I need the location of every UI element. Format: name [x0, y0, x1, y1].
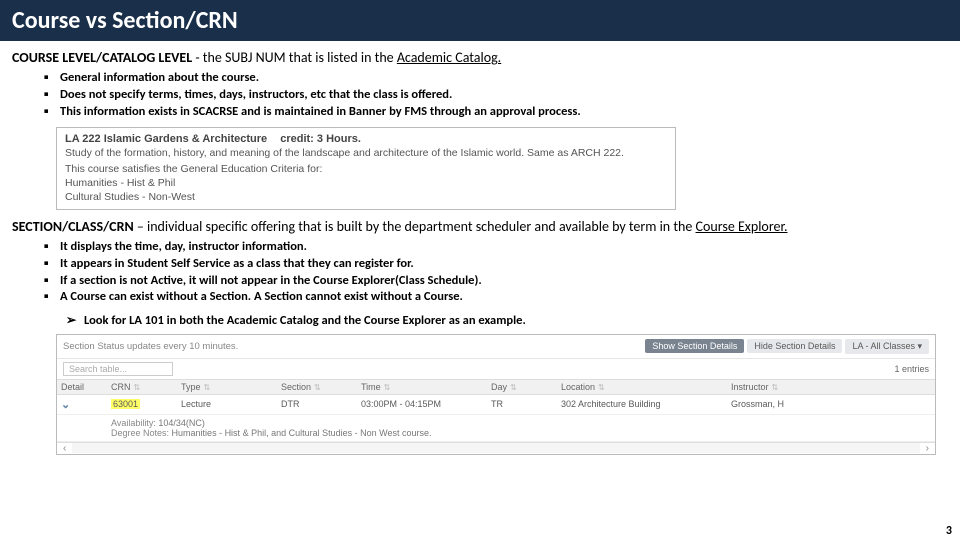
catalog-code-title: LA 222 Islamic Gardens & Architecture	[65, 133, 267, 145]
sort-icon[interactable]: ⇅	[772, 383, 779, 392]
horizontal-scrollbar[interactable]: ‹ ›	[57, 442, 935, 454]
course-explorer-snippet: Section Status updates every 10 minutes.…	[56, 334, 936, 455]
slide-title: Course vs Section/CRN	[0, 0, 960, 41]
col-crn[interactable]: CRN⇅	[107, 379, 177, 394]
course-level-text: - the SUBJ NUM that is listed in the	[192, 49, 397, 66]
table-row: ⌄ 63001 Lecture DTR 03:00PM - 04:15PM TR…	[57, 394, 935, 414]
section-level-text: – individual specific offering that is b…	[134, 218, 696, 235]
slide-content: COURSE LEVEL/CATALOG LEVEL - the SUBJ NU…	[0, 41, 960, 459]
degree-notes-label: Degree Notes:	[111, 428, 169, 438]
section-level-bold: SECTION/CLASS/CRN	[12, 218, 134, 235]
list-item: It displays the time, day, instructor in…	[60, 239, 948, 256]
catalog-gened-intro: This course satisfies the General Educat…	[65, 163, 667, 175]
list-item: Look for LA 101 in both the Academic Cat…	[84, 312, 948, 330]
academic-catalog-link[interactable]: Academic Catalog.	[397, 49, 501, 66]
page-number: 3	[946, 524, 952, 538]
section-level-heading: SECTION/CLASS/CRN – individual specific …	[12, 218, 948, 235]
cell-location: 302 Architecture Building	[557, 394, 727, 414]
scroll-track[interactable]	[72, 443, 919, 453]
list-item: General information about the course.	[60, 70, 948, 87]
catalog-snippet: LA 222 Islamic Gardens & Architecture cr…	[56, 127, 676, 210]
catalog-tag: Humanities - Hist & Phil	[65, 177, 667, 189]
status-text: Section Status updates every 10 minutes.	[63, 341, 642, 352]
degree-notes-value: Humanities - Hist & Phil, and Cultural S…	[172, 428, 432, 438]
sort-icon[interactable]: ⇅	[134, 383, 141, 392]
sort-icon[interactable]: ⇅	[314, 383, 321, 392]
course-level-heading: COURSE LEVEL/CATALOG LEVEL - the SUBJ NU…	[12, 49, 948, 66]
catalog-description: Study of the formation, history, and mea…	[65, 146, 667, 160]
sort-icon[interactable]: ⇅	[204, 383, 211, 392]
sort-icon[interactable]: ⇅	[598, 383, 605, 392]
col-detail[interactable]: Detail	[57, 379, 107, 394]
cell-time: 03:00PM - 04:15PM	[357, 394, 487, 414]
section-table: Detail CRN⇅ Type⇅ Section⇅ Time⇅ Day⇅ Lo…	[57, 379, 935, 442]
cell-instructor: Grossman, H	[727, 394, 935, 414]
col-instructor[interactable]: Instructor⇅	[727, 379, 935, 394]
col-time[interactable]: Time⇅	[357, 379, 487, 394]
col-type[interactable]: Type⇅	[177, 379, 277, 394]
course-level-bullets: General information about the course. Do…	[12, 70, 948, 121]
cell-crn: 63001	[107, 394, 177, 414]
table-header-row: Detail CRN⇅ Type⇅ Section⇅ Time⇅ Day⇅ Lo…	[57, 379, 935, 394]
cell-section: DTR	[277, 394, 357, 414]
hide-section-details-button[interactable]: Hide Section Details	[747, 339, 842, 353]
list-item: It appears in Student Self Service as a …	[60, 256, 948, 273]
cell-day: TR	[487, 394, 557, 414]
sort-icon[interactable]: ⇅	[384, 383, 391, 392]
section-level-bullets: It displays the time, day, instructor in…	[12, 239, 948, 307]
cell-type: Lecture	[177, 394, 277, 414]
list-item: This information exists in SCACRSE and i…	[60, 104, 948, 121]
course-level-bold: COURSE LEVEL/CATALOG LEVEL	[12, 49, 192, 66]
availability-value: 104/34(NC)	[158, 418, 205, 428]
scroll-left-icon[interactable]: ‹	[57, 443, 72, 454]
course-explorer-link[interactable]: Course Explorer.	[696, 218, 788, 235]
list-item: Does not specify terms, times, days, ins…	[60, 87, 948, 104]
scroll-right-icon[interactable]: ›	[920, 443, 935, 454]
catalog-credit: credit: 3 Hours.	[280, 133, 361, 145]
explorer-topbar: Section Status updates every 10 minutes.…	[57, 335, 935, 359]
col-section[interactable]: Section⇅	[277, 379, 357, 394]
show-section-details-button[interactable]: Show Section Details	[645, 339, 744, 353]
col-location[interactable]: Location⇅	[557, 379, 727, 394]
availability-label: Availability:	[111, 418, 156, 428]
expand-icon[interactable]: ⌄	[61, 399, 70, 411]
col-day[interactable]: Day⇅	[487, 379, 557, 394]
list-item: If a section is not Active, it will not …	[60, 273, 948, 290]
sort-icon[interactable]: ⇅	[510, 383, 517, 392]
entries-count: 1 entries	[894, 364, 929, 374]
explorer-search-row: Search table... 1 entries	[57, 359, 935, 379]
class-filter-dropdown[interactable]: LA - All Classes ▾	[845, 339, 929, 354]
availability-row: Availability: 104/34(NC) Degree Notes: H…	[57, 414, 935, 441]
section-level-sub-bullets: Look for LA 101 in both the Academic Cat…	[12, 312, 948, 330]
catalog-tag: Cultural Studies - Non-West	[65, 191, 667, 203]
search-input[interactable]: Search table...	[63, 362, 173, 376]
list-item: A Course can exist without a Section. A …	[60, 289, 948, 306]
